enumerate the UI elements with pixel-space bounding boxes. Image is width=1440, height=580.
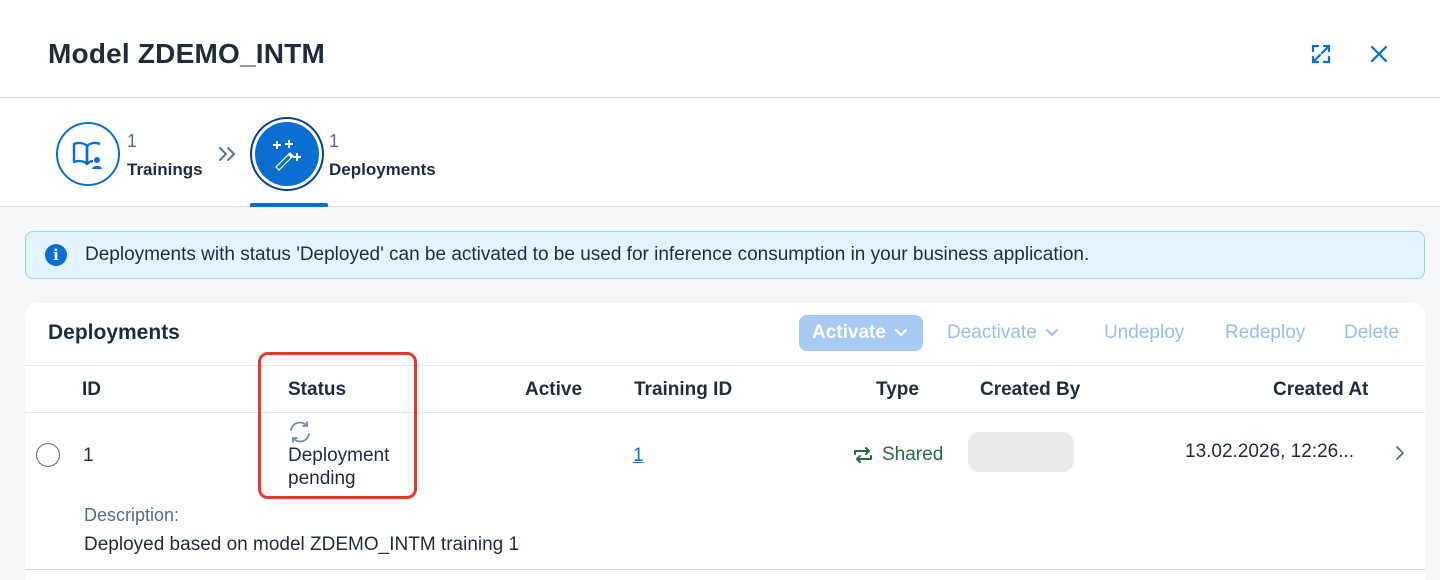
close-icon [1370, 45, 1388, 63]
deactivate-button[interactable]: Deactivate [947, 315, 1059, 351]
trainings-label: Trainings [127, 160, 203, 179]
created-by-placeholder [968, 432, 1074, 472]
magic-wand-icon [273, 140, 301, 171]
fullscreen-button[interactable] [1305, 38, 1337, 70]
book-user-icon [72, 141, 102, 169]
expand-icon [1311, 44, 1331, 64]
undeploy-button[interactable]: Undeploy [1104, 315, 1184, 351]
chevron-right-icon[interactable] [1393, 443, 1407, 463]
row-type: Shared [851, 443, 943, 467]
double-chevron-icon [216, 143, 238, 169]
activate-label: Activate [812, 322, 886, 343]
deployments-panel: Deployments Activate Deactivate Undeploy… [25, 303, 1425, 580]
dialog-title: Model ZDEMO_INTM [48, 38, 325, 69]
row-select-radio[interactable] [36, 443, 60, 467]
column-created-by[interactable]: Created By [980, 379, 1080, 401]
deployments-count: 1 [329, 131, 340, 151]
column-created-at[interactable]: Created At [1273, 379, 1368, 401]
info-icon: i [45, 244, 67, 266]
info-message-strip: i Deployments with status 'Deployed' can… [25, 231, 1425, 279]
table-row[interactable]: 1 Deployment pending 1 Shared 13.02.2026… [25, 413, 1425, 570]
trainings-step-circle [56, 122, 120, 186]
chevron-down-icon [1045, 329, 1058, 336]
row-type-label: Shared [882, 444, 944, 465]
active-step-indicator [250, 203, 328, 207]
deactivate-label: Deactivate [947, 322, 1037, 343]
dialog-header: Model ZDEMO_INTM [0, 0, 1440, 98]
activate-button[interactable]: Activate [799, 315, 923, 351]
table-header: ID Status Active Training ID Type Create… [25, 365, 1425, 413]
column-active[interactable]: Active [525, 379, 582, 401]
refresh-icon [290, 421, 310, 443]
redeploy-button[interactable]: Redeploy [1225, 315, 1305, 351]
trainings-count: 1 [127, 131, 138, 151]
delete-button[interactable]: Delete [1344, 315, 1399, 351]
deployments-label: Deployments [329, 160, 436, 179]
training-id-link[interactable]: 1 [633, 445, 644, 467]
column-id[interactable]: ID [82, 379, 101, 401]
column-training-id[interactable]: Training ID [634, 379, 732, 401]
chevron-down-icon [894, 328, 908, 337]
row-status: Deployment pending [288, 445, 390, 489]
step-trainings[interactable]: 1 Trainings [56, 99, 216, 207]
shared-sync-icon [854, 447, 872, 463]
deployments-title: Deployments [48, 321, 180, 344]
close-button[interactable] [1363, 38, 1395, 70]
step-deployments[interactable]: 1 Deployments [250, 99, 450, 207]
column-status[interactable]: Status [288, 379, 346, 401]
row-created-at: 13.02.2026, 12:26... [1185, 441, 1355, 462]
description-value: Deployed based on model ZDEMO_INTM train… [84, 534, 520, 555]
info-message-text: Deployments with status 'Deployed' can b… [85, 244, 1090, 265]
row-id: 1 [83, 445, 94, 466]
column-type[interactable]: Type [876, 379, 919, 401]
description-label: Description: [84, 505, 180, 525]
deployments-step-circle [255, 122, 319, 186]
